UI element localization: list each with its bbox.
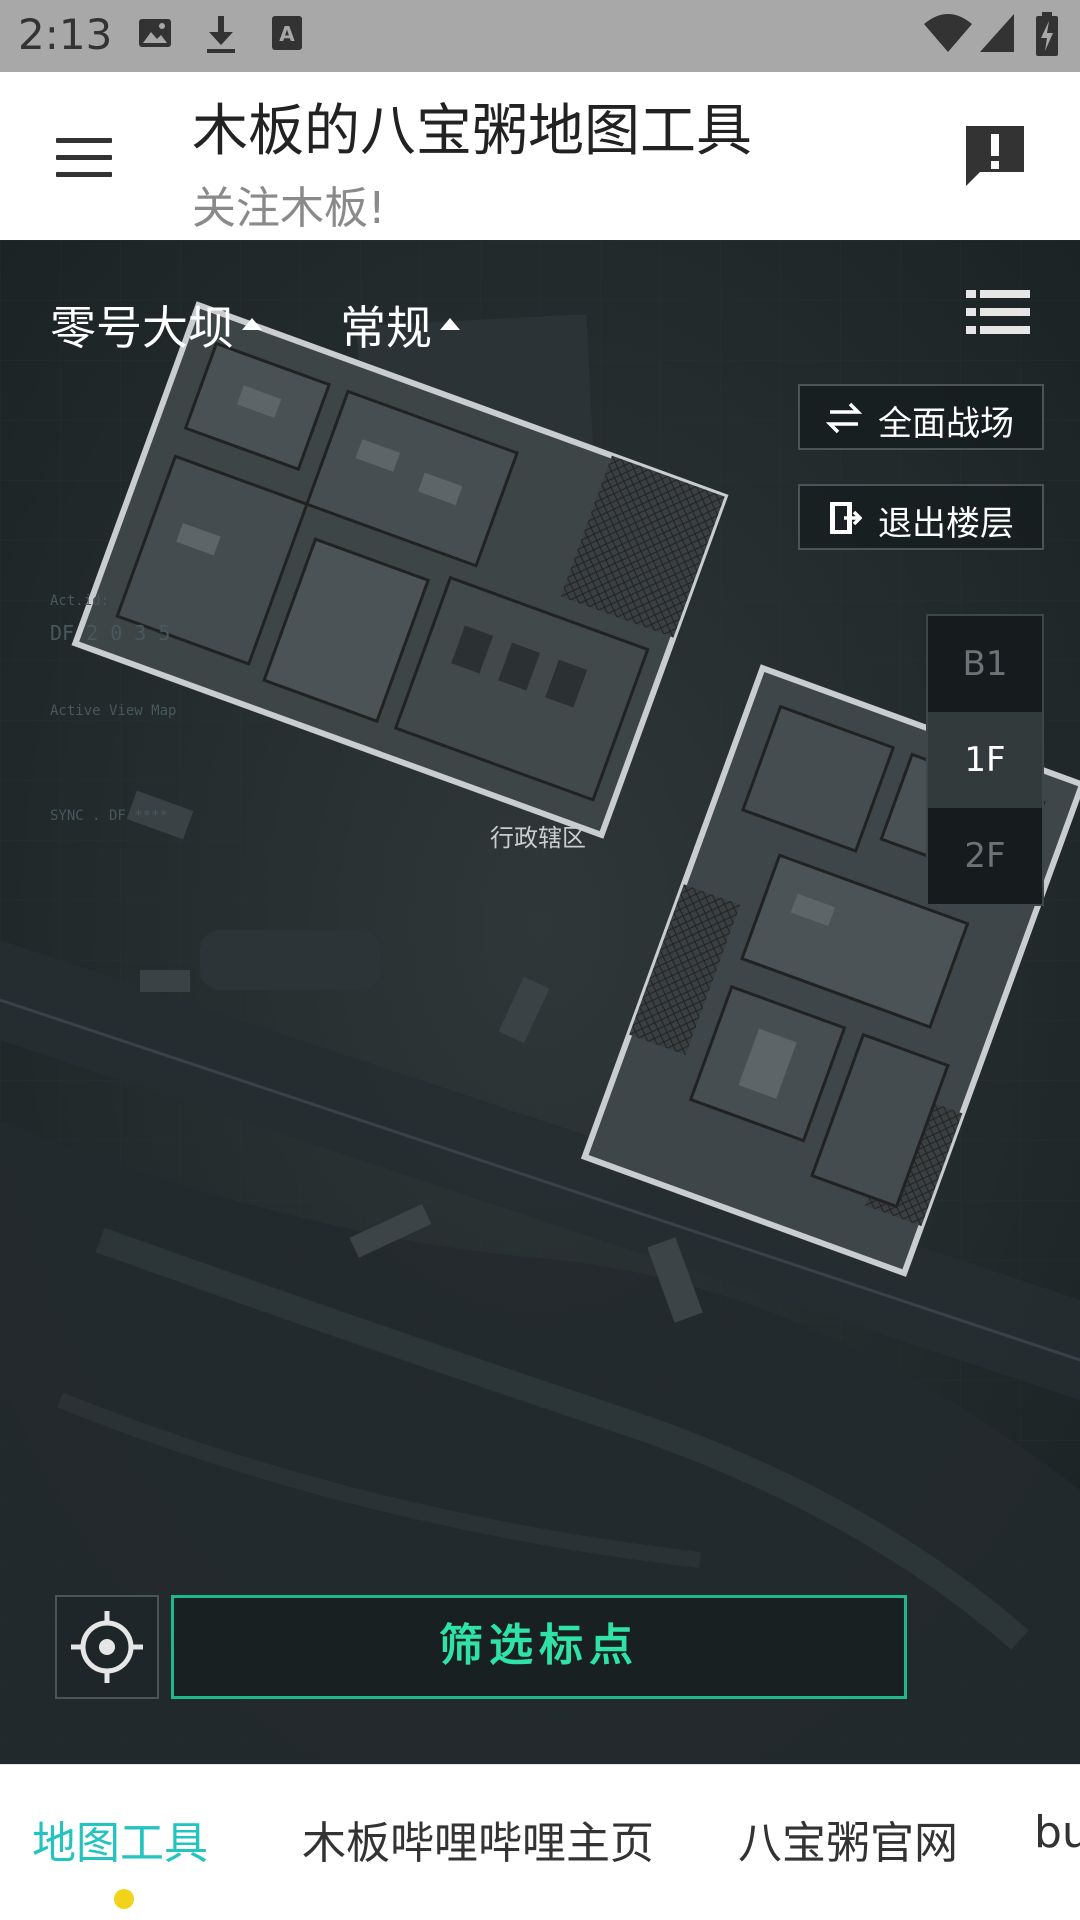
app-title: 木板的八宝粥地图工具 <box>192 99 752 164</box>
map-selector-label: 零号大坝 <box>50 301 234 355</box>
floor-2f-button[interactable]: 2F <box>928 808 1042 904</box>
status-time: 2:13 <box>18 10 113 59</box>
mode-selector-label: 常规 <box>340 301 432 355</box>
hamburger-icon-bar <box>56 155 112 160</box>
list-icon[interactable] <box>966 288 1030 336</box>
hud-act-id: Act.id: <box>50 593 109 609</box>
caret-up-icon <box>440 317 460 330</box>
hud-sync: SYNC . DF **** <box>50 808 168 824</box>
floor-1f-button[interactable]: 1F <box>928 712 1042 808</box>
app-subtitle: 关注木板! <box>192 183 386 234</box>
map-view[interactable]: Act.id: DF 2 0 3 5 Active View Map SYNC … <box>0 240 1080 1764</box>
image-notification-icon <box>139 19 171 47</box>
full-battlefield-button[interactable]: 全面战场 <box>798 384 1044 450</box>
region-label: 行政辖区 <box>490 824 586 852</box>
cell-signal-icon <box>980 14 1014 52</box>
mode-selector-dropdown[interactable]: 常规 <box>340 292 460 358</box>
feedback-alert-icon[interactable] <box>962 122 1028 188</box>
battery-charging-icon <box>1036 12 1058 56</box>
floor-b1-button[interactable]: B1 <box>928 616 1042 712</box>
app-bar: 木板的八宝粥地图工具 关注木板! <box>0 72 1080 240</box>
crosshair-locate-icon <box>71 1611 143 1683</box>
map-canvas[interactable]: Act.id: DF 2 0 3 5 Active View Map SYNC … <box>0 240 1080 1764</box>
filter-markers-label: 筛选标点 <box>439 1620 639 1671</box>
exit-floor-button[interactable]: 退出楼层 <box>798 484 1044 550</box>
hud-active-map: Active View Map <box>50 703 176 719</box>
floor-selector: B1 1F 2F <box>926 614 1044 906</box>
wifi-icon <box>924 14 972 52</box>
full-battlefield-label: 全面战场 <box>878 404 1014 444</box>
svg-text:A: A <box>279 22 295 46</box>
tab-bilibili-home[interactable]: 木板哔哩哔哩主页 <box>302 1807 654 1871</box>
swap-icon <box>826 402 862 434</box>
menu-button[interactable] <box>56 138 112 178</box>
tab-bu[interactable]: bu <box>1034 1807 1080 1858</box>
hamburger-icon-bar <box>56 172 112 177</box>
tab-official-site[interactable]: 八宝粥官网 <box>738 1807 958 1871</box>
bottom-tab-bar: 地图工具 木板哔哩哔哩主页 八宝粥官网 bu <box>0 1764 1080 1920</box>
text-notification-icon: A <box>272 16 302 50</box>
hud-df-code: DF 2 0 3 5 <box>50 621 170 645</box>
tab-map-tool[interactable]: 地图工具 <box>32 1807 208 1871</box>
exit-door-icon <box>830 502 862 534</box>
active-tab-indicator <box>114 1889 134 1909</box>
status-bar: 2:13 A <box>0 0 1080 72</box>
locate-button[interactable] <box>55 1595 159 1699</box>
map-selector-dropdown[interactable]: 零号大坝 <box>50 292 262 358</box>
caret-up-icon <box>242 317 262 330</box>
filter-markers-button[interactable]: 筛选标点 <box>171 1595 907 1699</box>
exit-floor-label: 退出楼层 <box>878 504 1014 544</box>
download-notification-icon <box>207 16 235 53</box>
hamburger-icon <box>56 138 112 143</box>
